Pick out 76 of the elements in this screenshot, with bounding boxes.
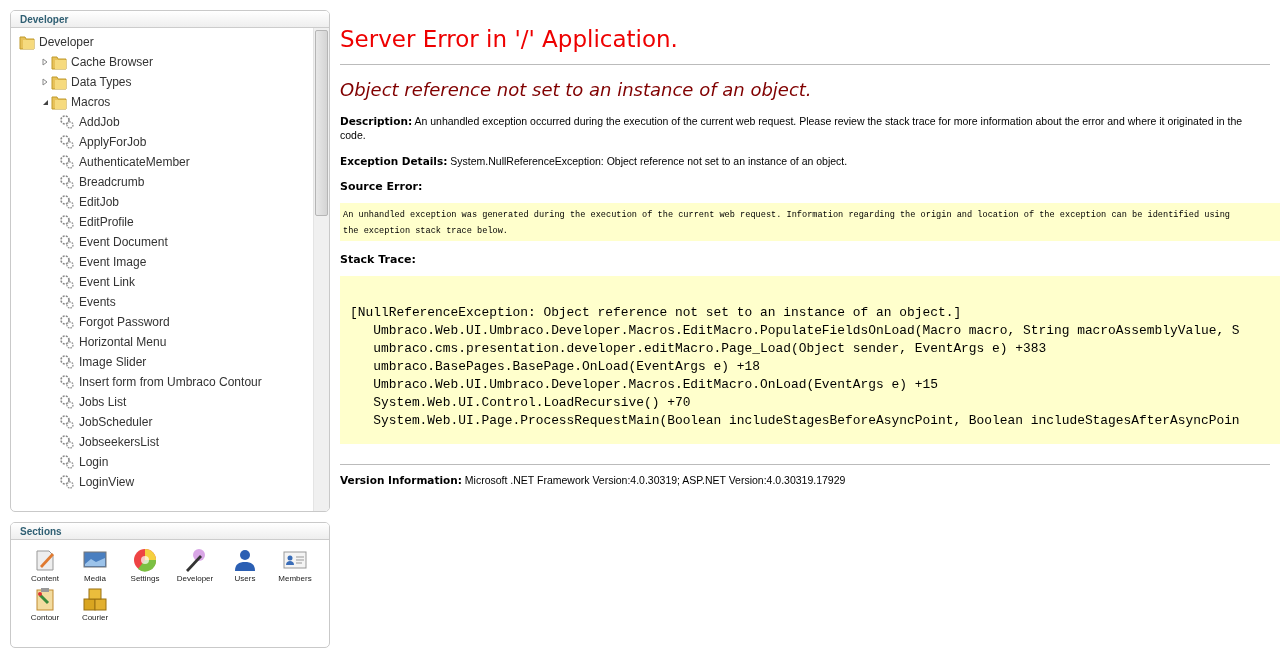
gears-icon [59, 474, 75, 490]
id-card-icon [282, 548, 308, 572]
description-text: Description: An unhandled exception occurred during the execution of the current web request. Please review the stack trace for more information about the error and where it originated in the code. [340, 114, 1244, 142]
tree-item[interactable]: Event Link [79, 275, 136, 289]
section-label[interactable]: Members [278, 574, 312, 583]
gears-icon [59, 454, 75, 470]
folder-icon [51, 54, 67, 70]
tree-item[interactable]: ApplyForJob [79, 135, 147, 149]
tree-item[interactable]: AuthenticateMember [79, 155, 190, 169]
gears-icon [59, 334, 75, 350]
panel-title: Developer [20, 13, 69, 25]
stack-trace-line: System.Web.UI.Control.LoadRecursive() +70 [372, 394, 692, 412]
tree-item[interactable]: Image Slider [79, 355, 147, 369]
gears-icon [59, 294, 75, 310]
tree-item[interactable]: EditProfile [79, 215, 134, 229]
exception-details-text: Exception Details: System.NullReferenceException: Object reference not set to an instance of an object. [340, 154, 849, 168]
gears-icon [59, 374, 75, 390]
tree-item[interactable]: JobseekersList [79, 435, 160, 449]
section-label[interactable]: Users [234, 574, 256, 583]
gears-icon [59, 114, 75, 130]
folder-icon [51, 94, 67, 110]
gears-icon [59, 234, 75, 250]
section-label[interactable]: Developer [176, 574, 214, 583]
tree-item[interactable]: Cache Browser [71, 55, 154, 69]
boxes-icon [82, 587, 108, 611]
tree-item[interactable]: Breadcrumb [79, 175, 145, 189]
stack-trace-line: [NullReferenceException: Object reference not set to an instance of an object.] [350, 304, 963, 322]
gears-icon [59, 434, 75, 450]
stack-trace-line: umbraco.cms.presentation.developer.editMacro.Page_Load(Object sender, EventArgs e) +383 [372, 340, 1048, 358]
gears-icon [59, 254, 75, 270]
stack-trace-line: umbraco.BasePages.BasePage.OnLoad(EventArgs e) +18 [372, 358, 761, 376]
tree-item[interactable]: Macros [71, 95, 111, 109]
gears-icon [59, 194, 75, 210]
section-label[interactable]: Contour [30, 613, 60, 622]
tree-item[interactable]: Horizontal Menu [79, 335, 167, 349]
scrollbar[interactable] [313, 28, 329, 511]
folder-icon [19, 34, 35, 50]
tree-item[interactable]: AddJob [79, 115, 120, 129]
stack-trace-line: System.Web.UI.Page.ProcessRequestMain(Boolean includeStagesBeforeAsyncPoint, Boolean includeStagesAfterAsyncPoin [372, 412, 1241, 430]
panel-title: Sections [20, 525, 62, 537]
folder-icon [51, 74, 67, 90]
tree-item[interactable]: LoginView [79, 475, 135, 489]
error-title: Server Error in '/' Application. [340, 26, 1270, 65]
stack-trace-line: Umbraco.Web.UI.Umbraco.Developer.Macros.EditMacro.OnLoad(EventArgs e) +15 [372, 376, 939, 394]
gears-icon [59, 134, 75, 150]
tree-item[interactable]: Insert form from Umbraco Contour [79, 375, 262, 389]
tree-item[interactable]: Jobs List [79, 395, 127, 409]
gears-icon [59, 274, 75, 290]
user-icon [232, 548, 258, 572]
tree-item[interactable]: Event Image [79, 255, 147, 269]
gears-icon [59, 354, 75, 370]
gears-icon [59, 214, 75, 230]
tree-item[interactable]: EditJob [79, 195, 120, 209]
version-info-text: Version Information: Microsoft .NET Framework Version:4.0.30319; ASP.NET Version:4.0.30319.17929 [340, 473, 847, 487]
gears-icon [59, 414, 75, 430]
tree-item[interactable]: Login [79, 455, 109, 469]
section-label[interactable]: Media [84, 574, 106, 583]
section-label[interactable]: Content [31, 574, 59, 583]
source-error-text: An unhandled exception was generated during the execution of the current web request. Information regarding the origin and location of the exception can be identified using the exception stack trace below. [343, 209, 1232, 238]
gears-icon [59, 394, 75, 410]
section-heading: Stack Trace: [340, 253, 417, 266]
section-heading: Source Error: [340, 180, 424, 193]
color-ball-icon [132, 548, 158, 572]
gears-icon [59, 314, 75, 330]
tree-item[interactable]: Events [79, 295, 116, 309]
gears-icon [59, 154, 75, 170]
tree-item[interactable]: Event Document [79, 235, 168, 249]
tree-item[interactable]: Data Types [71, 75, 132, 89]
section-label[interactable]: Courier [81, 613, 109, 622]
section-label[interactable]: Settings [130, 574, 160, 583]
error-message: Object reference not set to an instance of an object. [340, 79, 813, 100]
tree-item[interactable]: Forgot Password [79, 315, 170, 329]
tree-item[interactable]: JobScheduler [79, 415, 153, 429]
stack-trace-line: Umbraco.Web.UI.Umbraco.Developer.Macros.EditMacro.PopulateFieldsOnLoad(Macro macro, String macroAssemblyValue, S [372, 322, 1241, 340]
tree-item[interactable]: Developer [39, 35, 94, 49]
gears-icon [59, 174, 75, 190]
